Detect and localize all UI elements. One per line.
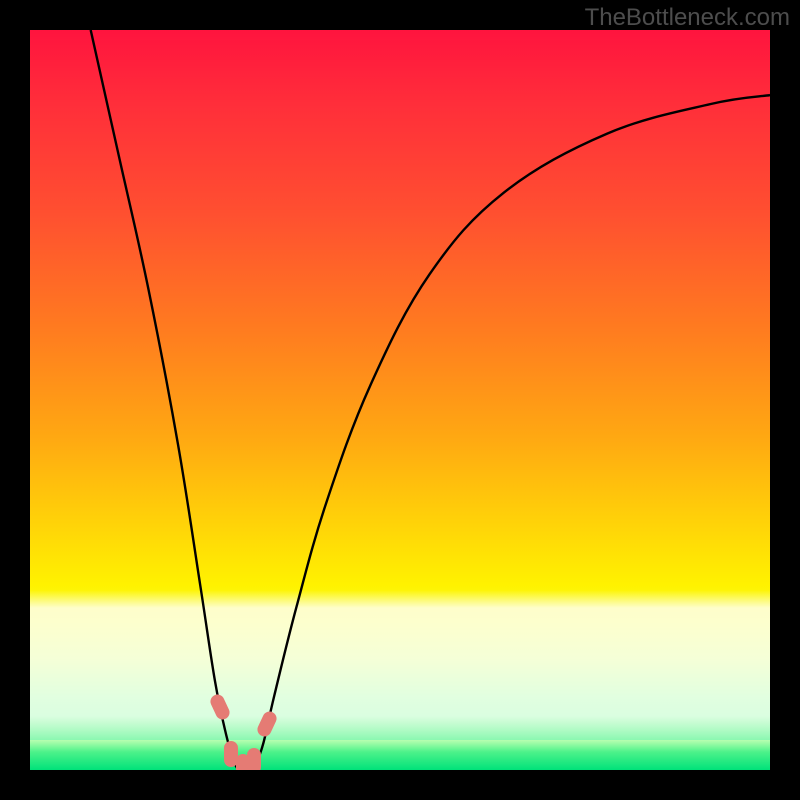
curve-left [91, 30, 250, 770]
curve-right [250, 95, 770, 768]
curve-marker [247, 748, 261, 770]
watermark-text: TheBottleneck.com [585, 4, 790, 32]
curve-layer [30, 30, 770, 770]
plot-area [30, 30, 770, 770]
chart-frame: TheBottleneck.com [0, 0, 800, 800]
